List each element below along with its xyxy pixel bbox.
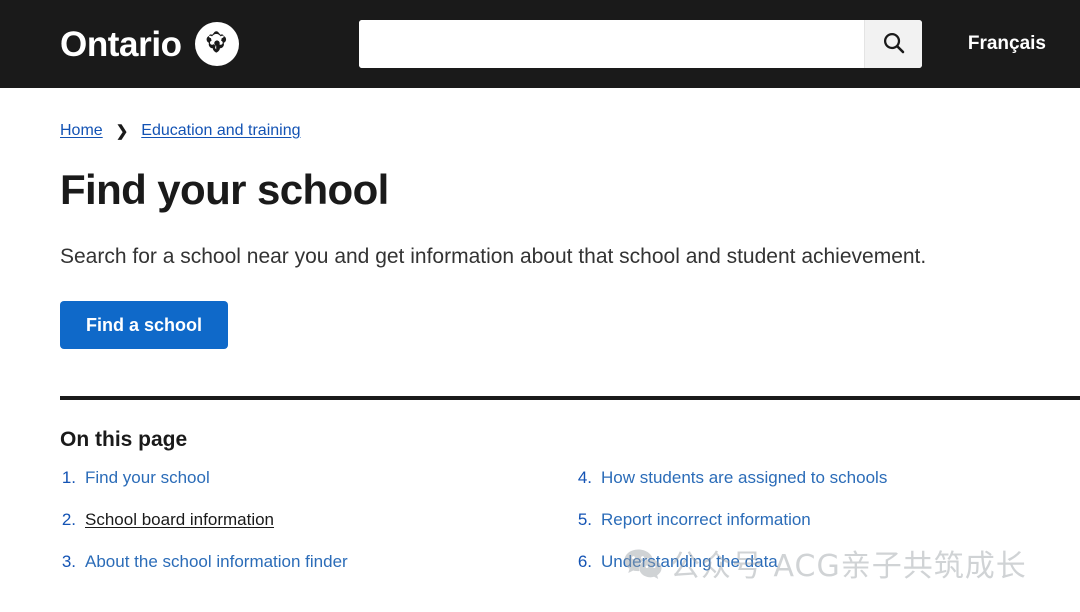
list-item: 3. About the school information finder xyxy=(60,552,520,572)
search-button[interactable] xyxy=(864,20,922,68)
on-this-page-list: 1. Find your school 2. School board info… xyxy=(60,468,1020,594)
ontario-brand-link[interactable]: Ontario xyxy=(60,22,239,66)
on-this-page-link-report-incorrect-information[interactable]: Report incorrect information xyxy=(601,510,811,530)
search-input[interactable] xyxy=(359,20,864,68)
list-item: 2. School board information xyxy=(60,510,520,530)
list-item: 6. Understanding the data xyxy=(576,552,1000,572)
on-this-page-link-how-students-are-assigned-to-schools[interactable]: How students are assigned to schools xyxy=(601,468,887,488)
on-this-page-link-understanding-the-data[interactable]: Understanding the data xyxy=(601,552,778,572)
search-icon xyxy=(881,30,907,59)
page-description: Search for a school near you and get inf… xyxy=(60,245,927,269)
list-item-number: 2. xyxy=(61,510,76,530)
list-item: 5. Report incorrect information xyxy=(576,510,1000,530)
site-search[interactable] xyxy=(359,20,922,68)
list-item-number: 4. xyxy=(577,468,592,488)
language-toggle-link[interactable]: Français xyxy=(968,33,1046,55)
list-item: 4. How students are assigned to schools xyxy=(576,468,1000,488)
page-title: Find your school xyxy=(60,166,389,213)
brand-name: Ontario xyxy=(60,24,182,64)
list-item-number: 6. xyxy=(577,552,592,572)
section-divider xyxy=(60,396,1080,401)
breadcrumb: Home ❯ Education and training xyxy=(60,88,1020,140)
ontario-trillium-icon xyxy=(194,22,239,66)
breadcrumb-item-home[interactable]: Home xyxy=(60,122,103,140)
list-item-number: 1. xyxy=(61,468,76,488)
on-this-page-column-left: 1. Find your school 2. School board info… xyxy=(60,468,540,594)
breadcrumb-item-education-and-training[interactable]: Education and training xyxy=(141,122,300,140)
main-content: Home ❯ Education and training Find your … xyxy=(0,88,1080,594)
on-this-page-column-right: 4. How students are assigned to schools … xyxy=(540,468,1020,594)
on-this-page-link-find-your-school[interactable]: Find your school xyxy=(85,468,210,488)
find-a-school-button[interactable]: Find a school xyxy=(60,300,229,350)
on-this-page-link-school-board-information[interactable]: School board information xyxy=(85,510,274,530)
on-this-page-link-about-the-school-information-finder[interactable]: About the school information finder xyxy=(85,552,348,572)
list-item-number: 3. xyxy=(61,552,76,572)
list-item: 1. Find your school xyxy=(60,468,520,488)
on-this-page-heading: On this page xyxy=(60,428,188,452)
site-header: Ontario Français xyxy=(0,0,1080,88)
chevron-right-icon: ❯ xyxy=(115,122,129,140)
list-item-number: 5. xyxy=(577,510,592,530)
